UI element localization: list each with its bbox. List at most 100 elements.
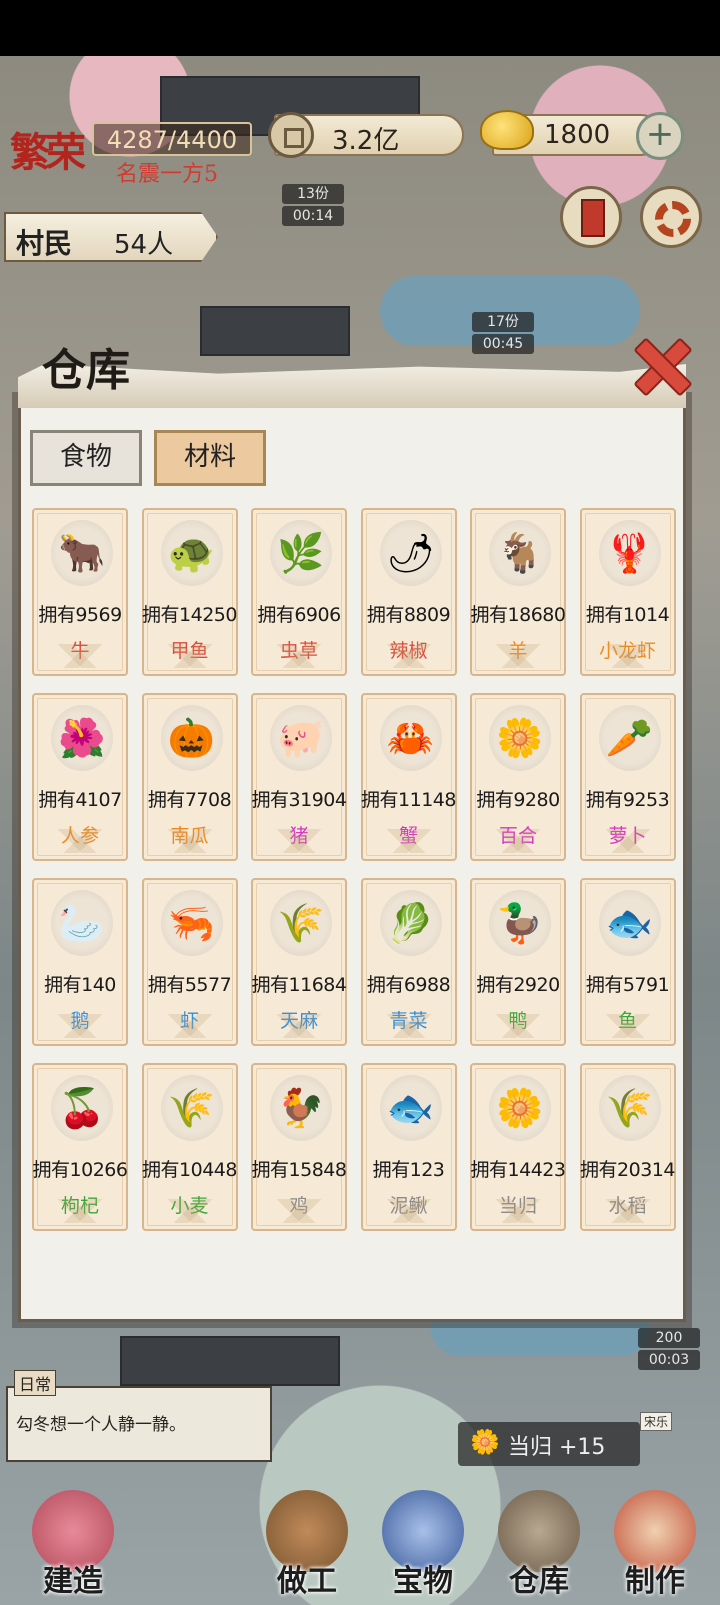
card-decoration — [151, 644, 228, 668]
angelica-icon: 🌼 — [470, 1428, 500, 1456]
card-decoration — [370, 829, 447, 853]
item-count: 拥有9253 — [585, 789, 670, 811]
daily-message[interactable]: 日常 勾冬想一个人静一静。 — [6, 1370, 272, 1462]
nav-craft[interactable]: 制作 — [600, 1490, 710, 1600]
item-card[interactable]: 🍒拥有10266枸杞 — [32, 1063, 128, 1231]
item-card[interactable]: 🐢拥有14250甲鱼 — [141, 508, 238, 676]
chili-icon: 🌶 — [379, 520, 442, 586]
ginseng-icon: 🌺 — [51, 705, 113, 771]
item-card[interactable]: 🎃拥有7708南瓜 — [141, 693, 238, 861]
turtle-icon: 🐢 — [160, 520, 223, 586]
rice-icon: 🌾 — [598, 1075, 661, 1141]
item-count: 拥有9280 — [476, 789, 560, 811]
nav-build[interactable]: 建造 — [18, 1490, 128, 1600]
close-button[interactable] — [630, 334, 690, 394]
item-card[interactable]: 🥬拥有6988青菜 — [360, 878, 457, 1046]
card-decoration — [589, 829, 666, 853]
pumpkin-icon: 🎃 — [160, 705, 223, 771]
prosperity-value: 4287/4400 — [106, 126, 238, 154]
add-gold-button[interactable]: + — [636, 112, 684, 160]
timer-label: 17份 — [472, 312, 534, 332]
item-card[interactable]: 🦆拥有2920鸭 — [470, 878, 566, 1046]
item-card[interactable]: 🐓拥有15848鸡 — [251, 1063, 347, 1231]
villager-counter[interactable]: 村民 54人 — [4, 212, 218, 262]
nav-label: 仓库 — [509, 1564, 569, 1599]
toast-text: 当归 +15 — [508, 1435, 606, 1460]
item-card[interactable]: 🌾拥有20314水稻 — [579, 1063, 676, 1231]
item-card[interactable]: 🌼拥有14423当归 — [470, 1063, 566, 1231]
copper-coin-icon — [268, 112, 314, 158]
card-decoration — [261, 1014, 337, 1038]
gear-icon — [655, 201, 691, 237]
card-decoration — [261, 644, 337, 668]
goat-icon: 🐐 — [489, 520, 551, 586]
coin-counter[interactable]: 3.2亿 — [268, 112, 464, 158]
item-count: 拥有9569 — [38, 604, 122, 626]
item-count: 拥有15848 — [251, 1159, 347, 1181]
card-decoration — [261, 829, 337, 853]
crayfish-icon: 🦞 — [598, 520, 661, 586]
scroll-icon — [581, 199, 605, 237]
item-card[interactable]: 🌿拥有6906虫草 — [251, 508, 347, 676]
item-card[interactable]: 🦞拥有1014小龙虾 — [579, 508, 676, 676]
item-card[interactable]: 🌶拥有8809辣椒 — [360, 508, 457, 676]
goji-icon: 🍒 — [51, 1075, 113, 1141]
nav-work[interactable]: 做工 — [252, 1490, 362, 1600]
item-card[interactable]: 🌾拥有11684天麻 — [251, 878, 347, 1046]
item-card[interactable]: 🦢拥有140鹅 — [32, 878, 128, 1046]
prosperity-panel[interactable]: 繁荣 4287/4400 名震一方5 — [4, 112, 260, 188]
item-card[interactable]: 🌺拥有4107人参 — [32, 693, 128, 861]
item-card[interactable]: 🐐拥有18680羊 — [470, 508, 566, 676]
item-count: 拥有31904 — [251, 789, 347, 811]
item-count: 拥有6906 — [257, 604, 341, 626]
item-card[interactable]: 🌾拥有10448小麦 — [141, 1063, 238, 1231]
timer-label: 200 — [638, 1328, 700, 1348]
card-decoration — [370, 644, 447, 668]
cordyceps-icon: 🌿 — [270, 520, 332, 586]
loach-icon: 🐟 — [379, 1075, 442, 1141]
wheat-icon: 🌾 — [160, 1075, 223, 1141]
timer-label: 00:03 — [638, 1350, 700, 1370]
item-count: 拥有1014 — [585, 604, 670, 626]
prosperity-rank: 名震一方5 — [116, 162, 218, 187]
item-card[interactable]: 🦐拥有5577虾 — [141, 878, 238, 1046]
nav-label: 制作 — [625, 1564, 685, 1599]
card-decoration — [480, 1014, 556, 1038]
card-decoration — [42, 1014, 118, 1038]
item-count: 拥有10448 — [142, 1159, 237, 1181]
item-card[interactable]: 🦀拥有11148蟹 — [360, 693, 457, 861]
coin-amount: 3.2亿 — [332, 126, 400, 156]
lily-icon: 🌼 — [489, 705, 551, 771]
nav-treasure[interactable]: 宝物 — [368, 1490, 478, 1600]
card-decoration — [151, 829, 228, 853]
card-decoration — [480, 644, 556, 668]
tab-material[interactable]: 材料 — [154, 430, 266, 486]
panel-title: 仓库 — [42, 345, 130, 396]
nav-warehouse[interactable]: 仓库 — [484, 1490, 594, 1600]
item-card[interactable]: 🐂拥有9569牛 — [32, 508, 128, 676]
status-bar — [0, 0, 720, 56]
villager-label: 村民 — [16, 227, 73, 260]
item-card[interactable]: 🥕拥有9253萝卜 — [579, 693, 676, 861]
card-decoration — [370, 1199, 447, 1223]
angelica-icon: 🌼 — [489, 1075, 551, 1141]
item-count: 拥有123 — [372, 1159, 445, 1181]
item-card[interactable]: 🐟拥有5791鱼 — [579, 878, 676, 1046]
settings-button[interactable] — [640, 186, 702, 248]
fish-icon: 🐟 — [598, 890, 661, 956]
item-count: 拥有6988 — [366, 974, 451, 996]
npc-name[interactable]: 宋乐 — [640, 1412, 673, 1431]
item-card[interactable]: 🐖拥有31904猪 — [251, 693, 347, 861]
card-decoration — [480, 829, 556, 853]
item-card[interactable]: 🌼拥有9280百合 — [470, 693, 566, 861]
tab-food[interactable]: 食物 — [30, 430, 142, 486]
card-decoration — [589, 1199, 666, 1223]
item-count: 拥有5577 — [147, 974, 232, 996]
warehouse-header: 仓库 — [18, 334, 686, 410]
nav-label: 宝物 — [393, 1564, 453, 1599]
item-card[interactable]: 🐟拥有123泥鳅 — [360, 1063, 457, 1231]
item-count: 拥有2920 — [476, 974, 560, 996]
shrimp-icon: 🦐 — [160, 890, 223, 956]
task-scroll-button[interactable] — [560, 186, 622, 248]
radish-icon: 🥕 — [598, 705, 661, 771]
